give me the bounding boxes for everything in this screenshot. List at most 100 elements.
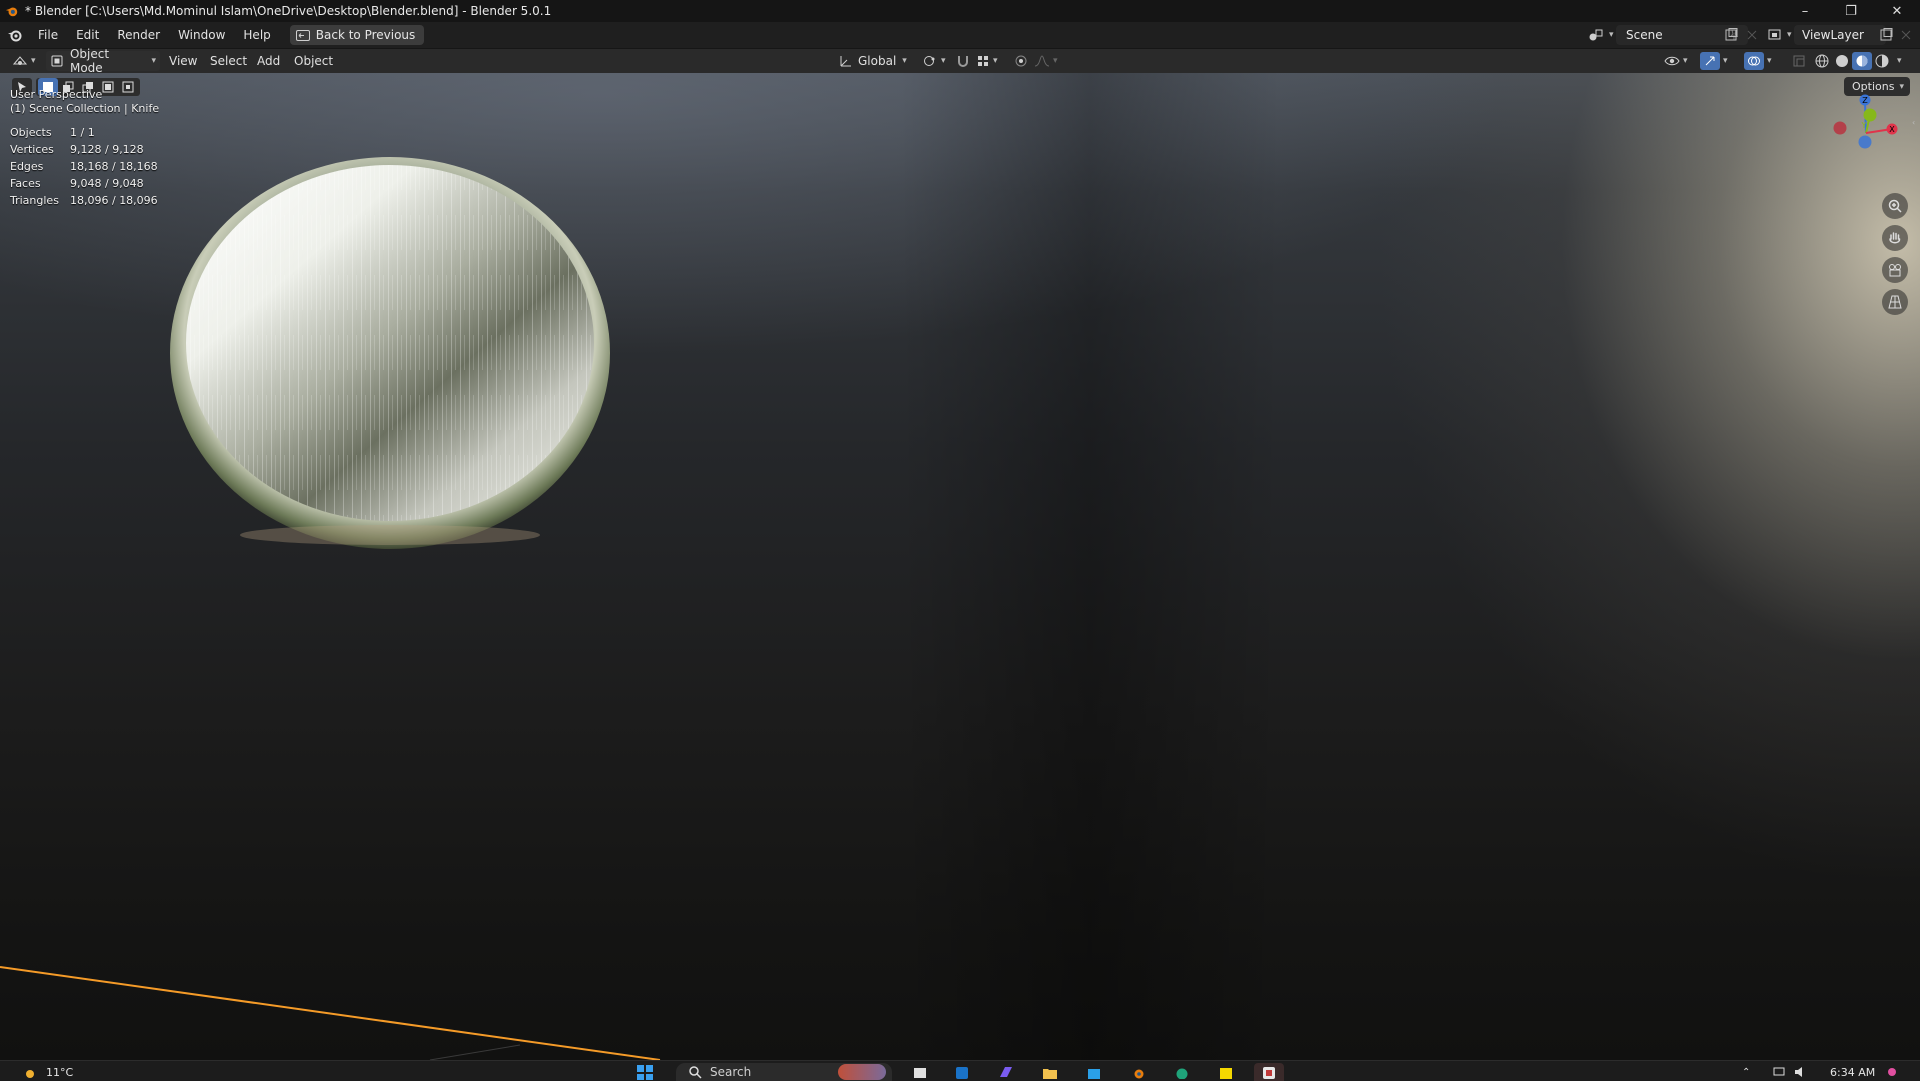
snap-target-dropdown[interactable]: ▾ xyxy=(976,49,998,73)
xray-toggle[interactable] xyxy=(1792,49,1806,73)
taskbar-sticky-notes[interactable] xyxy=(1216,1063,1236,1081)
new-scene-icon[interactable] xyxy=(1724,28,1738,42)
shading-options-dropdown[interactable]: ▾ xyxy=(1894,49,1902,73)
taskbar-store[interactable] xyxy=(1084,1063,1104,1081)
view-layer-type-selector[interactable]: ▾ xyxy=(1768,25,1792,45)
stat-row: Triangles 18,096 / 18,096 xyxy=(10,194,158,211)
stat-label: Vertices xyxy=(10,143,54,156)
3d-viewport[interactable]: User Perspective (1) Scene Collection | … xyxy=(0,73,1920,1060)
shading-wireframe-button[interactable] xyxy=(1814,49,1830,73)
taskbar-copilot[interactable] xyxy=(996,1063,1016,1081)
scene-name: Scene xyxy=(1626,28,1663,42)
window-title: * Blender [C:\Users\Md.Mominul Islam\One… xyxy=(25,4,552,18)
search-icon xyxy=(689,1066,702,1079)
y-axis-ball[interactable] xyxy=(1863,108,1877,122)
gizmo-icon xyxy=(1705,56,1715,66)
gizmo-toggle[interactable]: ▾ xyxy=(1700,49,1728,73)
outlook-icon xyxy=(956,1067,968,1079)
back-to-previous-button[interactable]: Back to Previous xyxy=(289,25,425,45)
overlays-toggle[interactable]: ▾ xyxy=(1744,49,1772,73)
transform-orientation-dropdown[interactable]: Global ▾ xyxy=(838,49,907,73)
proportional-falloff-dropdown[interactable]: ▾ xyxy=(1034,49,1058,73)
perspective-toggle-button[interactable] xyxy=(1882,289,1908,315)
blender-taskbar-icon xyxy=(1134,1069,1144,1079)
taskbar-search[interactable]: Search xyxy=(676,1063,892,1081)
object-mode-dropdown[interactable]: Object Mode ▾ xyxy=(46,47,160,75)
fullscreen-back-icon xyxy=(295,29,310,41)
neg-z-axis-ball[interactable] xyxy=(1858,135,1872,149)
taskbar-file-explorer[interactable] xyxy=(1040,1063,1060,1081)
camera-icon xyxy=(1889,264,1901,277)
menu-select[interactable]: Select xyxy=(210,49,247,73)
system-tray[interactable] xyxy=(1772,1063,1808,1081)
task-view-icon xyxy=(914,1068,926,1078)
shading-rendered-button[interactable] xyxy=(1874,49,1890,73)
remove-view-layer-icon[interactable] xyxy=(1900,29,1912,41)
menu-view[interactable]: View xyxy=(169,49,197,73)
clock-time[interactable]: 6:34 AM xyxy=(1830,1063,1875,1081)
zoom-button[interactable] xyxy=(1882,193,1908,219)
shading-material-button[interactable] xyxy=(1852,49,1872,73)
grid-perspective-icon xyxy=(1888,295,1902,309)
stat-value: 9,128 / 9,128 xyxy=(70,143,144,156)
pan-button[interactable] xyxy=(1882,225,1908,251)
transform-orientation-label: Global xyxy=(858,54,897,68)
chevron-down-icon: ▾ xyxy=(993,56,998,66)
view-name: User Perspective xyxy=(10,88,103,101)
3d-viewport-icon xyxy=(12,56,28,65)
sidebar-toggle-chevron-icon[interactable]: ‹ xyxy=(1912,118,1920,132)
remove-scene-icon[interactable] xyxy=(1746,29,1758,41)
visibility-dropdown[interactable]: ▾ xyxy=(1664,49,1688,73)
maximize-button[interactable]: ❐ xyxy=(1828,0,1874,22)
overlays-icon xyxy=(1748,56,1760,66)
proportional-editing-toggle[interactable] xyxy=(1014,49,1028,73)
stat-label: Objects xyxy=(10,126,52,139)
scene-type-selector[interactable]: ▾ xyxy=(1588,25,1614,45)
notification-dot-icon[interactable] xyxy=(1888,1063,1896,1081)
gizmo-toggle-bg xyxy=(1700,52,1720,70)
navigation-gizmo[interactable]: Z Y X xyxy=(1826,93,1906,173)
collection-label: (1) Scene Collection | Knife xyxy=(10,102,160,115)
menu-render[interactable]: Render xyxy=(108,28,169,42)
camera-view-button[interactable] xyxy=(1882,257,1908,283)
top-menu-bar: File Edit Render Window Help Back to Pre… xyxy=(0,22,1920,48)
neg-x-axis-ball[interactable] xyxy=(1833,121,1847,135)
search-highlight-image xyxy=(838,1064,886,1080)
menu-help[interactable]: Help xyxy=(234,28,279,42)
start-button[interactable] xyxy=(636,1063,654,1081)
orientation-axes-icon xyxy=(840,56,851,67)
editor-type-selector[interactable]: ▾ xyxy=(12,49,36,73)
new-view-layer-icon[interactable] xyxy=(1879,28,1893,42)
menu-edit[interactable]: Edit xyxy=(67,28,108,42)
stat-label: Faces xyxy=(10,177,41,190)
viewport-info: User Perspective (1) Scene Collection | … xyxy=(10,88,159,116)
menu-file[interactable]: File xyxy=(29,28,67,42)
windows-logo-icon xyxy=(637,1065,653,1080)
task-view-button[interactable] xyxy=(910,1063,930,1081)
taskbar-active-app[interactable] xyxy=(1254,1063,1284,1081)
scene-statistics: Objects 1 / 1 Vertices 9,128 / 9,128 Edges… xyxy=(10,126,158,211)
weather-widget[interactable]: 11°C xyxy=(22,1063,73,1081)
pivot-point-dropdown[interactable]: ▾ xyxy=(922,49,946,73)
shading-solid-button[interactable] xyxy=(1834,49,1850,73)
chevron-down-icon: ▾ xyxy=(31,56,36,66)
sticky-notes-icon xyxy=(1220,1068,1232,1079)
taskbar-edge[interactable] xyxy=(1172,1063,1192,1081)
close-button[interactable]: ✕ xyxy=(1874,0,1920,22)
menu-object[interactable]: Object xyxy=(294,49,333,73)
stat-label: Edges xyxy=(10,160,44,173)
snap-toggle[interactable] xyxy=(956,49,970,73)
overlays-toggle-bg xyxy=(1744,52,1764,70)
knife-object[interactable] xyxy=(160,145,620,565)
taskbar-blender[interactable] xyxy=(1128,1063,1148,1081)
tray-overflow-chevron-icon[interactable]: ⌃ xyxy=(1742,1063,1750,1081)
stat-value: 18,096 / 18,096 xyxy=(70,194,158,207)
menu-window[interactable]: Window xyxy=(169,28,234,42)
proportional-editing-icon xyxy=(1015,55,1027,67)
taskbar-outlook[interactable] xyxy=(952,1063,972,1081)
menu-add[interactable]: Add xyxy=(257,49,280,73)
blender-menu-icon[interactable] xyxy=(7,27,23,43)
stat-row: Vertices 9,128 / 9,128 xyxy=(10,143,158,160)
view-layer-field[interactable]: ViewLayer xyxy=(1794,25,1886,45)
minimize-button[interactable]: – xyxy=(1782,0,1828,22)
